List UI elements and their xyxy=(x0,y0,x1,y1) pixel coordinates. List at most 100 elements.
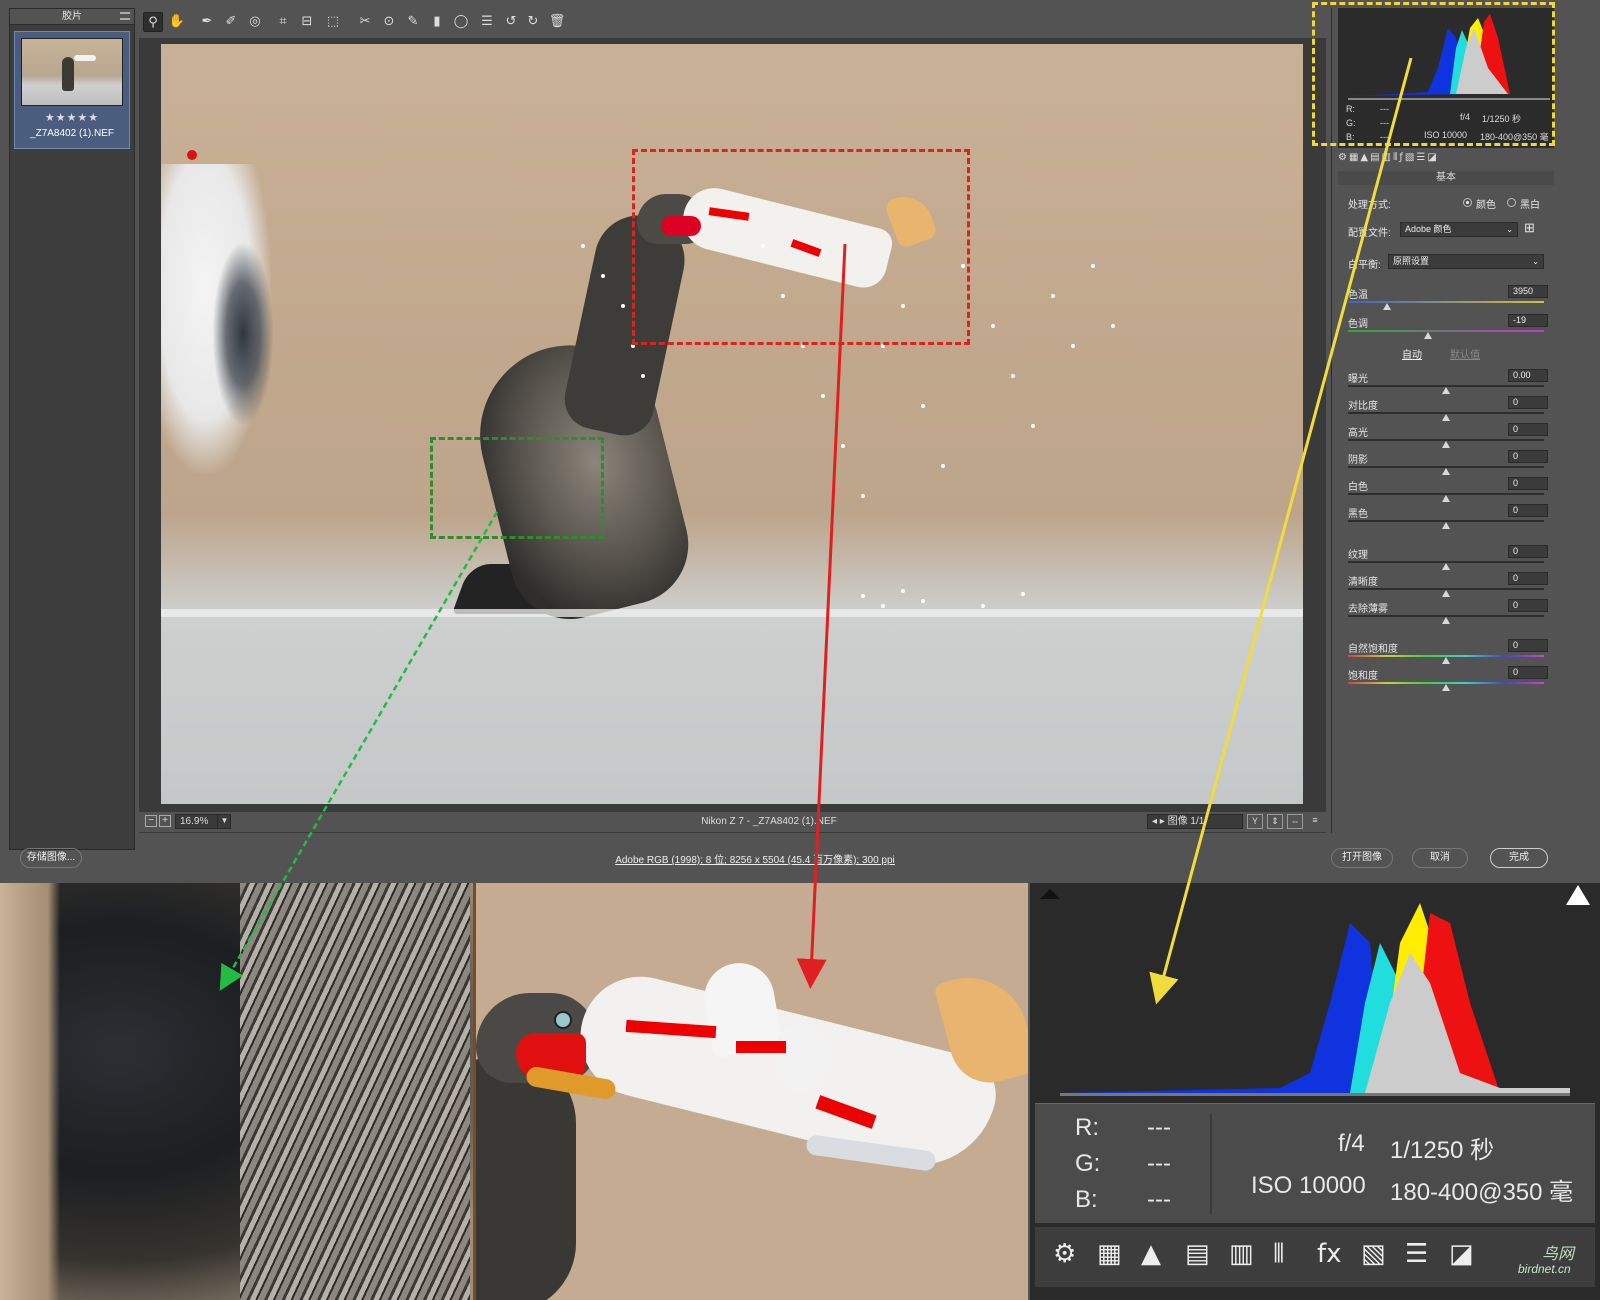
slider-thumb[interactable] xyxy=(1442,657,1450,664)
effects-icon[interactable]: ▥ xyxy=(1229,1239,1254,1269)
treatment-bw-label: 黑白 xyxy=(1520,200,1540,211)
hsl-icon[interactable]: ▦ xyxy=(1097,1239,1122,1269)
delete-tool[interactable]: 🗑 xyxy=(547,12,567,32)
thumbnail-rating[interactable]: ★★★★★ xyxy=(15,111,129,124)
copy-settings-button[interactable]: ⇔ xyxy=(1287,814,1303,829)
preview-statusbar: − + 16.9% ▼ Nikon Z 7 - _Z7A8402 (1).NEF… xyxy=(139,812,1326,832)
calibration-icon[interactable]: ⦀ xyxy=(1273,1239,1284,1270)
slider-track[interactable] xyxy=(1348,301,1544,303)
slider-value-field[interactable]: -19 xyxy=(1508,314,1548,327)
cancel-button[interactable]: 取消 xyxy=(1412,848,1468,868)
lens-icon[interactable]: ▤ xyxy=(1185,1239,1210,1269)
slider-thumb[interactable] xyxy=(1442,590,1450,597)
hand-tool[interactable]: ✋ xyxy=(167,12,187,32)
slider-thumb[interactable] xyxy=(1424,332,1433,339)
done-button[interactable]: 完成 xyxy=(1490,848,1548,868)
slider-value-field[interactable]: 0 xyxy=(1508,477,1548,490)
target-adjust-tool[interactable]: ◎ xyxy=(245,12,265,32)
thumbnail-image xyxy=(21,38,123,106)
slider-thumb[interactable] xyxy=(1442,522,1450,529)
transform-tool[interactable]: ⬚ xyxy=(323,12,343,32)
zoom-in-button[interactable]: + xyxy=(159,815,171,827)
filmstrip-thumbnail[interactable]: ★★★★★ _Z7A8402 (1).NEF xyxy=(14,31,130,149)
toggle-settings-button[interactable]: ≡ xyxy=(1307,814,1323,829)
slider-value-field[interactable]: 0 xyxy=(1508,666,1548,679)
treatment-color-radio[interactable] xyxy=(1463,198,1472,207)
water-droplet xyxy=(1011,374,1015,378)
presets-icon[interactable]: ☰ xyxy=(1405,1239,1428,1269)
film-icon[interactable]: ▧ xyxy=(1361,1239,1386,1269)
save-image-button[interactable]: 存储图像... xyxy=(20,848,82,868)
slider-thumb[interactable] xyxy=(1442,617,1450,624)
split-tone-icon[interactable]: ▲ xyxy=(1141,1239,1161,1269)
slider-value-field[interactable]: 0 xyxy=(1508,423,1548,436)
zoom-tool[interactable]: ⚲ xyxy=(143,12,163,32)
preferences-tool[interactable]: ☰ xyxy=(477,12,497,32)
slider-value-field[interactable]: 0 xyxy=(1508,572,1548,585)
annotation-box-fish xyxy=(632,149,970,345)
rotate-left-tool[interactable]: ↺ xyxy=(501,12,521,32)
open-image-button[interactable]: 打开图像 xyxy=(1331,848,1393,868)
default-button[interactable]: 默认值 xyxy=(1450,346,1480,361)
snapshots-icon[interactable]: ◪ xyxy=(1449,1239,1474,1269)
profile-browser-icon[interactable]: ⊞ xyxy=(1524,220,1535,236)
preview-caption: Nikon Z 7 - _Z7A8402 (1).NEF xyxy=(701,816,837,827)
filmstrip-panel: 胶片 ★★★★★ _Z7A8402 (1).NEF xyxy=(9,8,135,850)
panel-tab-icons[interactable]: ⚙▦▲▤▥⦀ƒ▧☰◪ xyxy=(1338,152,1554,168)
zoom-g-label: G: xyxy=(1075,1150,1101,1177)
water-droplet xyxy=(981,604,985,608)
swap-before-after-button[interactable]: ⇕ xyxy=(1267,814,1283,829)
slider-value-field[interactable]: 0 xyxy=(1508,396,1548,409)
slider-label: 色调 xyxy=(1348,319,1368,330)
zoom-out-button[interactable]: − xyxy=(145,815,157,827)
slider-value-field[interactable]: 0 xyxy=(1508,504,1548,517)
slider-thumb[interactable] xyxy=(1442,563,1450,570)
slider-thumb[interactable] xyxy=(1442,387,1450,394)
rotate-right-tool[interactable]: ↻ xyxy=(523,12,543,32)
water-droplet xyxy=(921,599,925,603)
water-droplet xyxy=(1021,592,1025,596)
graduated-filter-tool[interactable]: ▮ xyxy=(427,12,447,32)
slider-thumb[interactable] xyxy=(1383,303,1392,310)
auto-button[interactable]: 自动 xyxy=(1402,346,1422,361)
thumbnail-filename: _Z7A8402 (1).NEF xyxy=(30,128,114,139)
slider-value-field[interactable]: 0.00 xyxy=(1508,369,1548,382)
spot-removal-tool[interactable]: ✂ xyxy=(355,12,375,32)
slider-label: 去除薄雾 xyxy=(1348,604,1388,615)
slider-value-field[interactable]: 0 xyxy=(1508,639,1548,652)
workflow-options-link[interactable]: Adobe RGB (1998); 8 位; 8256 x 5504 (45.4… xyxy=(600,851,910,866)
watermark-url: birdnet.cn xyxy=(1518,1262,1571,1276)
radial-filter-tool[interactable]: ◯ xyxy=(451,12,471,32)
panel-section-title: 基本 xyxy=(1338,171,1554,185)
red-eye-tool[interactable]: ⊙ xyxy=(379,12,399,32)
slider-value-field[interactable]: 0 xyxy=(1508,599,1548,612)
slider-thumb[interactable] xyxy=(1442,441,1450,448)
profile-label: 配置文件: xyxy=(1348,228,1391,239)
zoom-fish-detail xyxy=(476,883,1028,1300)
image-navigator[interactable]: ◂ ▸ 图像 1/1 xyxy=(1147,814,1243,829)
slider-thumb[interactable] xyxy=(1442,468,1450,475)
zoom-dropdown-icon[interactable]: ▼ xyxy=(217,814,231,829)
slider-value-field[interactable]: 0 xyxy=(1508,545,1548,558)
fx-icon[interactable]: fx xyxy=(1317,1239,1342,1269)
view-mode-button[interactable]: Y xyxy=(1247,814,1263,829)
adjustment-brush-tool[interactable]: ✎ xyxy=(403,12,423,32)
water-droplet xyxy=(1091,264,1095,268)
color-sampler-tool[interactable]: ✐ xyxy=(221,12,241,32)
filmstrip-menu-icon[interactable] xyxy=(120,12,130,20)
wb-dropdown[interactable]: 原照设置 ⌄ xyxy=(1388,254,1544,269)
zoom-b-value: --- xyxy=(1147,1186,1171,1213)
white-balance-tool[interactable]: ✒ xyxy=(197,12,217,32)
slider-thumb[interactable] xyxy=(1442,684,1450,691)
slider-value-field[interactable]: 3950 xyxy=(1508,285,1548,298)
crop-tool[interactable]: ⌗ xyxy=(273,12,293,32)
straighten-tool[interactable]: ⊟ xyxy=(297,12,317,32)
slider-thumb[interactable] xyxy=(1442,414,1450,421)
water-droplet xyxy=(1071,344,1075,348)
slider-value-field[interactable]: 0 xyxy=(1508,450,1548,463)
profile-dropdown[interactable]: Adobe 颜色 ⌄ xyxy=(1400,222,1518,237)
slider-track[interactable] xyxy=(1348,330,1544,332)
detail-icon[interactable]: ⚙ xyxy=(1053,1239,1076,1269)
slider-thumb[interactable] xyxy=(1442,495,1450,502)
treatment-bw-radio[interactable] xyxy=(1507,198,1516,207)
